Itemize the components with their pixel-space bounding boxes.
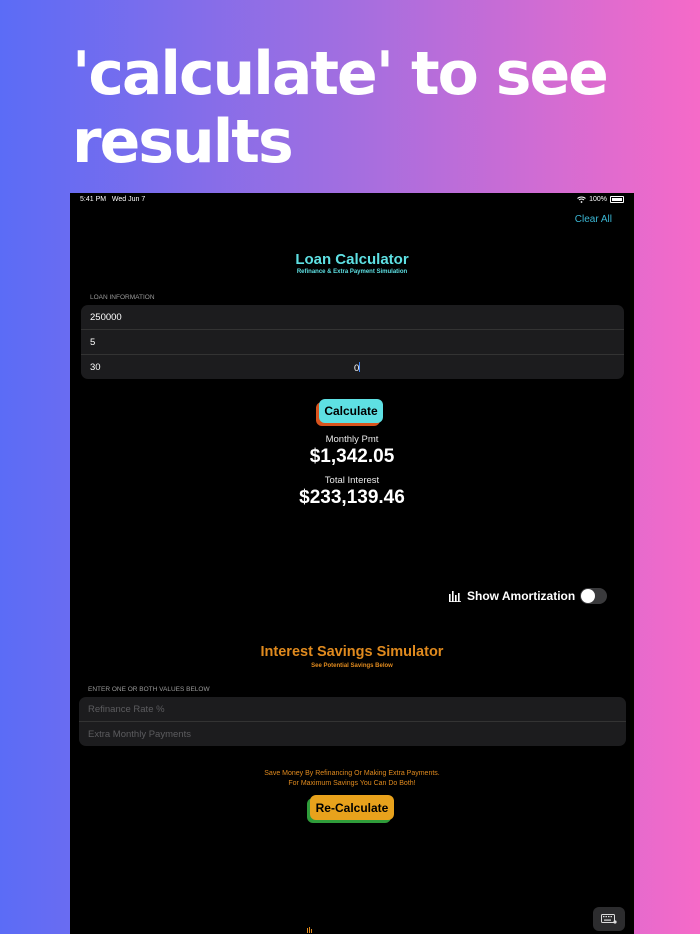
battery-percent: 100% — [589, 196, 607, 203]
total-interest-value: $233,139.46 — [299, 487, 405, 508]
chart-bars-icon — [449, 590, 461, 602]
refinance-rate-field[interactable]: Refinance Rate % — [79, 697, 626, 721]
bottom-hint-partial — [306, 927, 396, 933]
savings-simulator-title: Interest Savings Simulator — [260, 644, 444, 660]
wifi-icon — [577, 196, 586, 203]
keyboard-icon — [601, 914, 617, 924]
status-right: 100% — [577, 196, 624, 203]
loan-calculator-subtitle: Refinance & Extra Payment Simulation — [296, 269, 408, 275]
clear-all-button[interactable]: Clear All — [575, 214, 612, 225]
battery-icon — [610, 196, 624, 203]
show-amortization-row: Show Amortization — [449, 589, 575, 603]
savings-form: Refinance Rate % Extra Monthly Payments — [79, 697, 626, 746]
amortization-toggle[interactable] — [580, 588, 607, 604]
loan-info-form: 250000 5 30 0 — [81, 305, 624, 379]
toggle-knob — [581, 589, 595, 603]
status-bar: 5:41 PM Wed Jun 7 100% — [70, 193, 634, 207]
monthly-payment-value: $1,342.05 — [309, 446, 395, 467]
loan-calculator-title: Loan Calculator — [295, 251, 409, 268]
total-interest-label: Total Interest — [324, 475, 380, 486]
headline: 'calculate' to see results — [72, 39, 609, 177]
loan-info-label: LOAN INFORMATION — [90, 294, 155, 301]
extra-payments-field[interactable]: Extra Monthly Payments — [79, 721, 626, 746]
savings-simulator-subtitle: See Potential Savings Below — [311, 663, 393, 669]
monthly-payment-label: Monthly Pmt — [325, 434, 379, 445]
loan-term-field[interactable]: 30 0 — [81, 354, 624, 379]
enter-values-label: ENTER ONE OR BOTH VALUES BELOW — [88, 686, 210, 693]
status-time: 5:41 PM Wed Jun 7 — [80, 196, 146, 203]
interest-rate-field[interactable]: 5 — [81, 329, 624, 354]
focused-input-value[interactable]: 0 — [354, 362, 360, 374]
calculate-button[interactable]: Calculate — [319, 399, 383, 423]
recalculate-button[interactable]: Re-Calculate — [310, 795, 394, 820]
savings-note: Save Money By Refinancing Or Making Extr… — [264, 770, 440, 787]
keyboard-dismiss-button[interactable] — [593, 907, 625, 931]
loan-amount-field[interactable]: 250000 — [81, 305, 624, 329]
app-screen: 5:41 PM Wed Jun 7 100% Clear All Loan Ca… — [70, 193, 634, 934]
chart-bars-small-icon — [307, 927, 312, 933]
show-amortization-label: Show Amortization — [467, 589, 576, 603]
